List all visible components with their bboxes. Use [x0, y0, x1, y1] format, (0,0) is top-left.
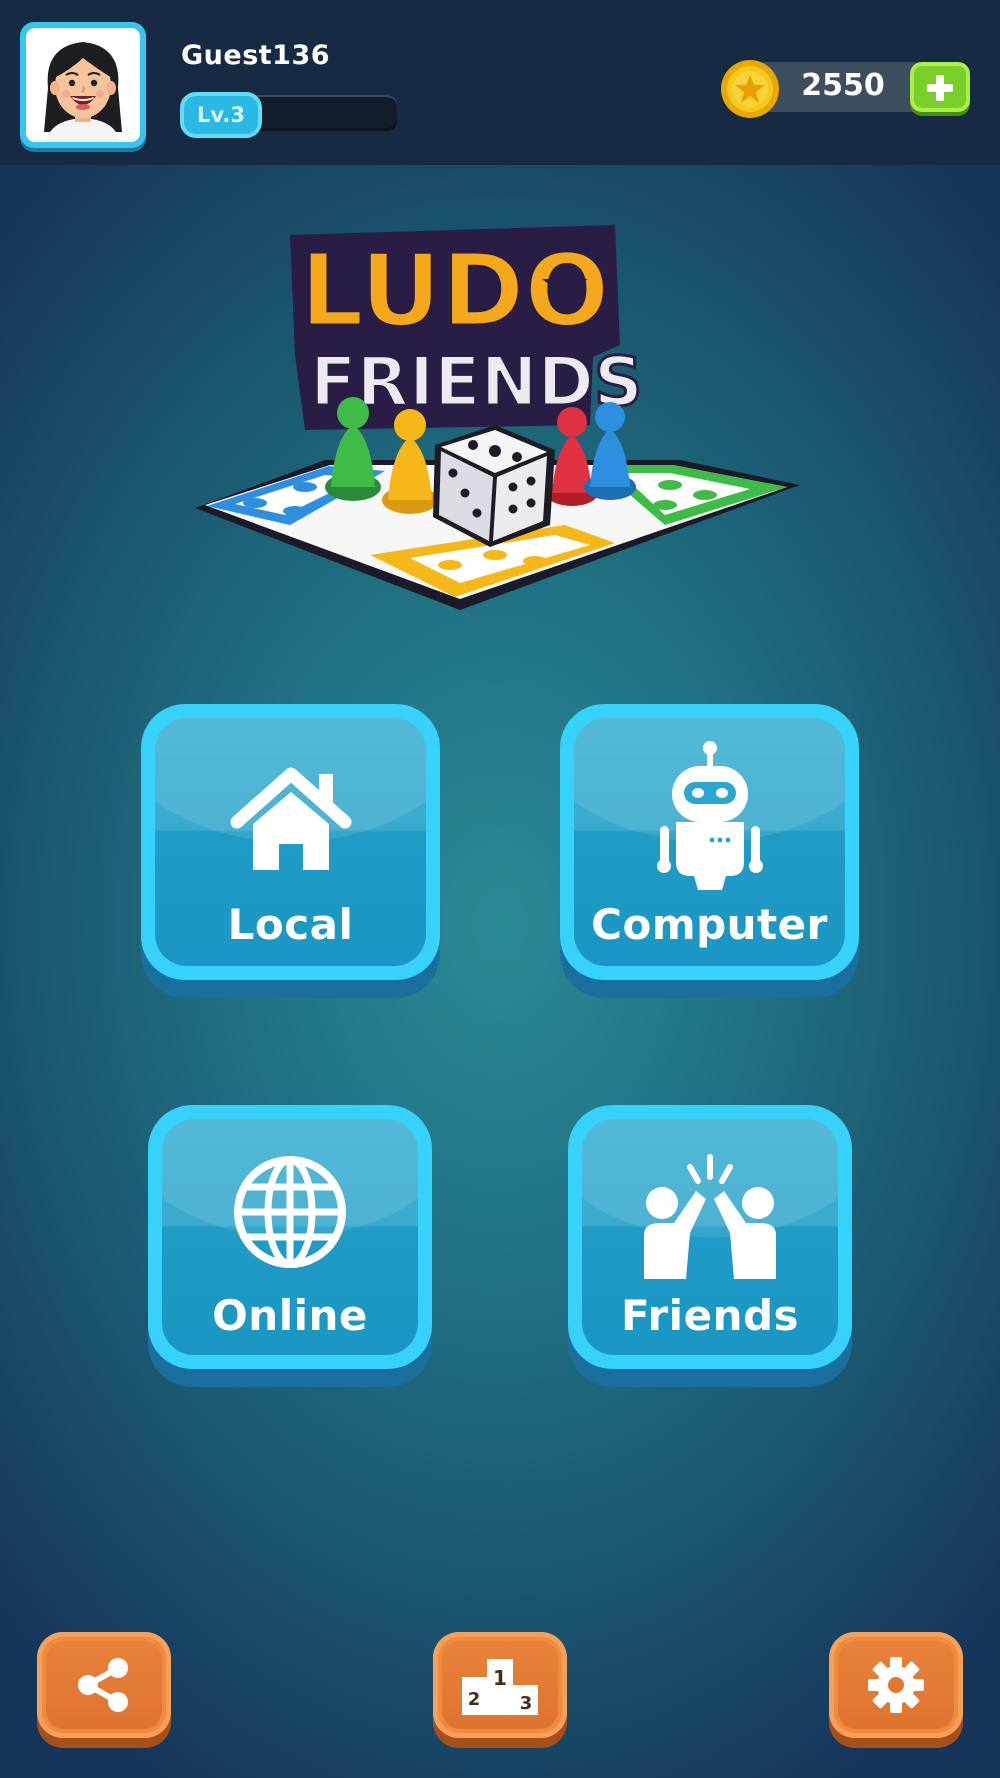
- share-button[interactable]: [37, 1632, 171, 1738]
- settings-button[interactable]: [829, 1632, 963, 1738]
- add-coins-button[interactable]: [910, 62, 970, 112]
- game-logo: LUDO FRIENDS: [195, 225, 805, 615]
- gear-icon: [868, 1657, 924, 1713]
- local-mode-label: Local: [227, 900, 354, 949]
- online-mode-label: Online: [212, 1291, 368, 1340]
- robot-icon: [656, 741, 763, 890]
- computer-mode-label: Computer: [591, 900, 828, 949]
- computer-mode-button[interactable]: Computer: [560, 704, 859, 980]
- friends-mode-button[interactable]: Friends: [568, 1105, 852, 1369]
- avatar[interactable]: [20, 22, 146, 148]
- avatar-image: [26, 28, 140, 142]
- local-mode-button[interactable]: Local: [141, 704, 440, 980]
- house-icon: [230, 767, 351, 870]
- player-name: Guest136: [181, 40, 331, 71]
- plus-icon: [927, 75, 953, 101]
- leaderboard-button[interactable]: 1 2 3: [433, 1632, 567, 1738]
- share-icon: [78, 1658, 128, 1712]
- globe-icon: [234, 1156, 346, 1268]
- coin-amount: 2550: [801, 68, 885, 103]
- friends-mode-label: Friends: [620, 1291, 800, 1340]
- podium-rank-1: 1: [493, 1666, 507, 1690]
- podium-rank-2: 2: [468, 1689, 481, 1710]
- podium-rank-3: 3: [520, 1693, 533, 1714]
- level-badge: Lv.3: [180, 92, 262, 138]
- star-coin-icon: [720, 59, 780, 119]
- podium-icon: 1 2 3: [462, 1659, 538, 1715]
- online-mode-button[interactable]: Online: [148, 1105, 432, 1369]
- high-five-icon: [644, 1154, 776, 1279]
